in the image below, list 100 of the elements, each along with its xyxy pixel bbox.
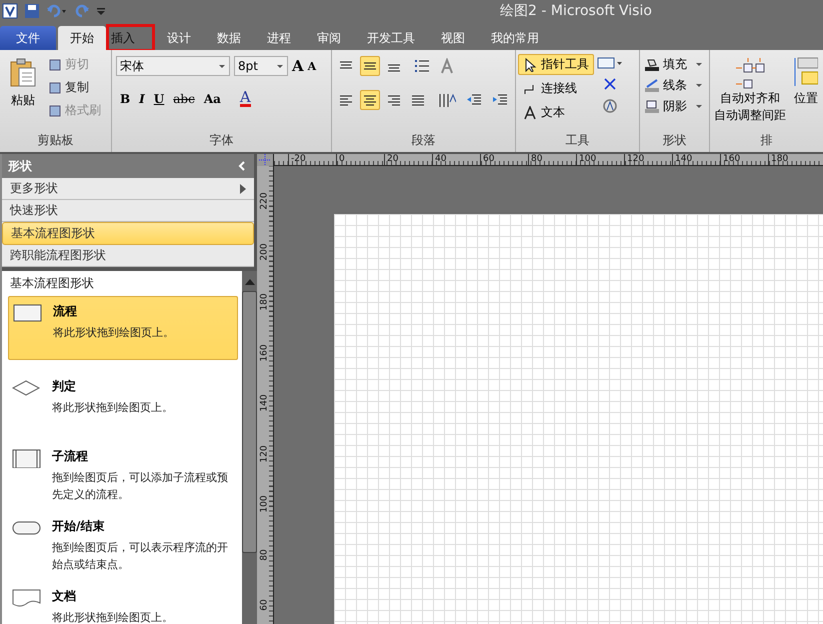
ruler-label: 120 bbox=[624, 154, 672, 165]
format-button[interactable]: B bbox=[120, 92, 130, 106]
ruler-label: 100 bbox=[576, 154, 624, 165]
ruler-label: 40 bbox=[432, 154, 480, 165]
font-color-button[interactable]: A bbox=[240, 90, 251, 107]
shape-icon bbox=[13, 303, 43, 323]
shape-icon bbox=[12, 448, 42, 468]
rectangle-tool-icon[interactable] bbox=[597, 56, 623, 70]
bullet-list-icon[interactable] bbox=[414, 59, 430, 73]
position-button[interactable]: 位置 bbox=[794, 56, 818, 130]
shape-description: 将此形状拖到绘图页上。 bbox=[52, 610, 174, 624]
shape-item[interactable]: 流程 将此形状拖到绘图页上。 bbox=[8, 296, 238, 360]
ruler-label: 160 bbox=[720, 154, 768, 165]
shape-style-button[interactable]: 阴影 bbox=[644, 98, 706, 115]
app-logo-icon bbox=[2, 3, 18, 19]
tool-icon bbox=[523, 58, 537, 72]
shape-description: 将此形状拖到绘图页上。 bbox=[52, 400, 174, 416]
ribbon-tab[interactable]: 开始 bbox=[58, 26, 106, 50]
align-icon bbox=[387, 94, 401, 106]
shape-style-icon bbox=[644, 100, 660, 114]
format-button[interactable]: I bbox=[139, 92, 145, 106]
shrink-font-button[interactable]: A bbox=[308, 60, 316, 72]
ribbon-tab[interactable]: 进程 bbox=[255, 26, 303, 50]
clipboard-tool-icon bbox=[48, 104, 62, 118]
format-button[interactable]: U bbox=[154, 92, 164, 106]
panel-title: 形状 bbox=[8, 158, 32, 174]
ruler-label: 100 bbox=[260, 496, 270, 513]
ruler-label: 180 bbox=[260, 294, 270, 311]
stencil-menu-item[interactable]: 基本流程图形状 bbox=[2, 222, 254, 245]
ruler-label: 60 bbox=[260, 600, 270, 611]
tool-button[interactable]: 连接线 bbox=[518, 78, 594, 99]
ruler-label: 140 bbox=[672, 154, 720, 165]
text-direction-icon[interactable] bbox=[438, 92, 456, 108]
shape-icon bbox=[12, 378, 42, 398]
vertical-align-button[interactable] bbox=[360, 56, 380, 76]
clipboard-tool-icon bbox=[48, 58, 62, 72]
ribbon-tab[interactable]: 文件 bbox=[0, 26, 56, 50]
ribbon-tab[interactable]: 数据 bbox=[205, 26, 253, 50]
shape-description: 拖到绘图页后，可以添加子流程或预先定义的流程。 bbox=[52, 470, 229, 503]
align-icon bbox=[339, 94, 353, 106]
close-icon[interactable] bbox=[604, 78, 616, 90]
horizontal-align-button[interactable] bbox=[360, 90, 380, 110]
stencil-menu-item[interactable]: 更多形状 bbox=[2, 178, 254, 200]
rotate-text-icon[interactable] bbox=[602, 98, 618, 114]
tool-button[interactable]: 指针工具 bbox=[518, 54, 594, 75]
ruler-label: 160 bbox=[260, 344, 270, 362]
save-icon[interactable] bbox=[24, 3, 40, 19]
ruler-label: 180 bbox=[768, 154, 816, 165]
ribbon-tab[interactable]: 视图 bbox=[429, 26, 477, 50]
ruler-label: 20 bbox=[384, 154, 432, 165]
window-title: 绘图2 - Microsoft Visio bbox=[500, 2, 652, 20]
text-style-icon[interactable] bbox=[440, 58, 456, 74]
crosshair-icon bbox=[259, 154, 271, 166]
ruler-label: 80 bbox=[260, 549, 270, 560]
tool-icon bbox=[523, 106, 537, 120]
shape-item[interactable]: 开始/结束 拖到绘图页后，可以表示程序流的开始点或结束点。 bbox=[8, 512, 238, 570]
shape-style-button[interactable]: 线条 bbox=[644, 77, 706, 94]
shape-item[interactable]: 判定 将此形状拖到绘图页上。 bbox=[8, 372, 238, 430]
group-label: 剪贴板 bbox=[36, 132, 74, 149]
ruler-label: -20 bbox=[288, 154, 336, 165]
ruler-label: 80 bbox=[528, 154, 576, 165]
shape-name: 子流程 bbox=[52, 448, 89, 465]
group-label: 工具 bbox=[564, 132, 590, 149]
increase-indent-icon[interactable] bbox=[492, 93, 508, 107]
clipboard-button[interactable]: 复制 bbox=[48, 79, 101, 96]
shape-style-button[interactable]: 填充 bbox=[644, 56, 706, 73]
scrollbar-thumb[interactable] bbox=[242, 291, 257, 553]
ribbon-tab[interactable]: 审阅 bbox=[305, 26, 353, 50]
grow-font-button[interactable]: A bbox=[292, 57, 304, 75]
ruler-label: 220 bbox=[260, 192, 270, 210]
ruler-label: 140 bbox=[260, 394, 270, 412]
font-family-dropdown[interactable]: 宋体 bbox=[116, 56, 230, 76]
shape-name: 流程 bbox=[53, 303, 78, 320]
tool-button[interactable]: 文本 bbox=[518, 102, 594, 123]
clipboard-icon bbox=[8, 58, 38, 88]
font-size-dropdown[interactable]: 8pt bbox=[234, 56, 288, 76]
shape-description: 拖到绘图页后，可以表示程序流的开始点或结束点。 bbox=[52, 540, 229, 573]
decrease-indent-icon[interactable] bbox=[466, 93, 482, 107]
align-icon bbox=[363, 94, 377, 106]
ribbon-tab[interactable]: 插入 bbox=[108, 26, 153, 50]
paste-button[interactable]: 粘贴 bbox=[4, 56, 42, 130]
ribbon-tab[interactable]: 我的常用 bbox=[479, 26, 551, 50]
ruler-label: 200 bbox=[260, 243, 270, 260]
clipboard-tool-icon bbox=[48, 80, 62, 94]
shape-description: 将此形状拖到绘图页上。 bbox=[53, 325, 175, 341]
group-label: 字体 bbox=[208, 132, 234, 149]
shape-item[interactable]: 子流程 拖到绘图页后，可以添加子流程或预先定义的流程。 bbox=[8, 442, 238, 500]
shape-style-icon bbox=[644, 78, 660, 92]
auto-align-button[interactable]: 自动对齐和 自动调整间距 bbox=[714, 56, 786, 130]
shape-item[interactable]: 文档 将此形状拖到绘图页上。 bbox=[8, 582, 238, 624]
format-button[interactable]: Aa bbox=[204, 92, 221, 106]
group-label: 形状 bbox=[662, 132, 688, 149]
collapse-icon[interactable] bbox=[238, 161, 246, 171]
ruler-label: 60 bbox=[480, 154, 528, 165]
format-button[interactable]: abc bbox=[173, 92, 195, 106]
ribbon-tab[interactable]: 开发工具 bbox=[355, 26, 427, 50]
scroll-up-icon[interactable] bbox=[244, 279, 254, 285]
ribbon-tab[interactable]: 设计 bbox=[155, 26, 203, 50]
ruler-label: 0 bbox=[336, 154, 384, 165]
shape-name: 开始/结束 bbox=[52, 518, 106, 535]
